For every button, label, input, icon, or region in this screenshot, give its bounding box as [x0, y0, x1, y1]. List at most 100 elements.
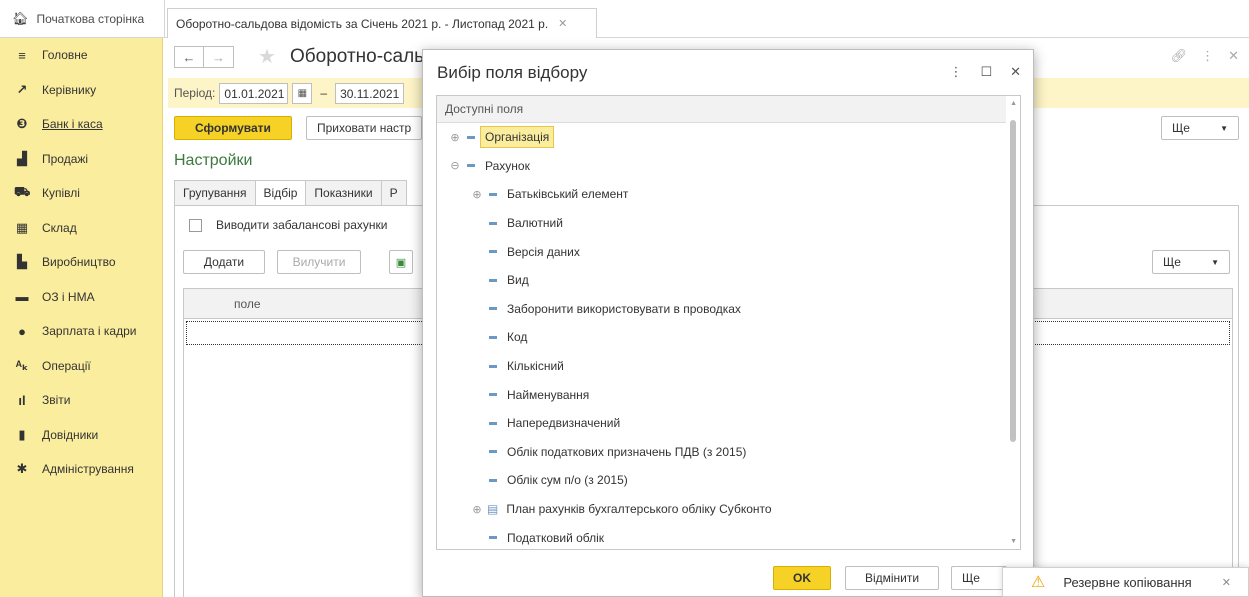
sidebar-item-directories[interactable]: ▮ Довідники — [0, 418, 162, 453]
operations-icon: ᴬₖ — [15, 357, 29, 373]
list-item[interactable]: Код — [437, 323, 1020, 352]
sidebar-item-manager[interactable]: ↗ Керівнику — [0, 73, 162, 108]
back-button[interactable]: ← — [174, 46, 204, 68]
sidebar-item-purchases[interactable]: ⛟ Купівлі — [0, 176, 162, 211]
period-dash: – — [320, 86, 328, 100]
page-title: Оборотно-сальд — [290, 46, 436, 67]
field-icon — [489, 335, 497, 339]
remove-button[interactable]: Вилучити — [277, 250, 361, 274]
maximize-icon[interactable]: ☐ — [980, 64, 992, 80]
dialog-more-button[interactable]: Ще — [951, 566, 1007, 590]
scroll-thumb[interactable] — [1010, 120, 1016, 442]
expand-icon[interactable]: ⊕ — [471, 503, 483, 516]
field-icon — [489, 250, 497, 254]
backup-notification[interactable]: ⚠ Резервне копіювання ✕ — [1002, 567, 1249, 597]
home-tab[interactable]: 🏠︎ Початкова сторінка — [0, 0, 165, 38]
column-field: поле — [234, 296, 261, 311]
list-item[interactable]: Заборонити використовувати в проводках — [437, 295, 1020, 324]
close-notification-icon[interactable]: ✕ — [1222, 576, 1231, 589]
sidebar-item-label: Операції — [42, 358, 91, 373]
scroll-up-icon[interactable]: ▲ — [1010, 100, 1017, 107]
scrollbar[interactable]: ▲ ▼ — [1006, 96, 1020, 549]
field-icon — [489, 393, 497, 397]
sidebar-item-label: Склад — [42, 220, 77, 235]
list-item[interactable]: Облік податкових призначень ПДВ (з 2015) — [437, 438, 1020, 467]
field-icon — [489, 192, 497, 196]
bank-icon: ❸ — [16, 116, 28, 132]
list-item[interactable]: Валютний — [437, 209, 1020, 238]
sidebar-item-warehouse[interactable]: ▦ Склад — [0, 211, 162, 246]
sidebar-item-operations[interactable]: ᴬₖ Операції — [0, 349, 162, 384]
list-item[interactable]: Кількісний — [437, 352, 1020, 381]
list-item[interactable]: ⊕ Організація — [437, 123, 1020, 152]
field-icon — [489, 536, 497, 540]
off-balance-option: Виводити забалансові рахунки — [189, 218, 387, 232]
favorite-star-icon[interactable]: ★ — [258, 44, 276, 69]
field-selection-dialog: Вибір поля відбору ⋮ ☐ ✕ Доступні поля ⊕… — [422, 49, 1034, 597]
hide-settings-button[interactable]: Приховати настр — [306, 116, 422, 140]
sidebar-item-payroll[interactable]: ● Зарплата і кадри — [0, 314, 162, 349]
more-button[interactable]: Ще ▼ — [1161, 116, 1239, 140]
off-balance-checkbox[interactable] — [189, 218, 202, 232]
tab-grouping[interactable]: Групування — [174, 180, 256, 206]
tab-other[interactable]: Р — [380, 180, 407, 206]
add-button[interactable]: Додати — [183, 250, 265, 274]
ok-button[interactable]: OK — [773, 566, 831, 590]
tab-indicators[interactable]: Показники — [305, 180, 382, 206]
list-item-label: Найменування — [507, 387, 590, 402]
link-icon[interactable]: 🔗︎ — [1171, 48, 1188, 64]
list-item[interactable]: Версія даних — [437, 237, 1020, 266]
expand-icon[interactable]: ⊕ — [449, 131, 461, 144]
gear-icon: ✱ — [16, 461, 28, 477]
list-item[interactable]: Напередвизначений — [437, 409, 1020, 438]
calendar-icon[interactable]: ▦ — [292, 82, 313, 104]
sidebar-item-label: Керівнику — [42, 82, 97, 97]
field-icon — [489, 221, 497, 225]
forward-button[interactable]: → — [204, 46, 234, 68]
tab-filter[interactable]: Відбір — [254, 180, 307, 206]
list-item-label: Податковий облік — [507, 530, 605, 545]
list-item[interactable]: Вид — [437, 266, 1020, 295]
field-icon — [467, 164, 475, 168]
close-icon[interactable]: ✕ — [1010, 64, 1021, 80]
date-to-field[interactable]: 30.11.2021 — [335, 82, 405, 104]
expand-icon[interactable]: ⊕ — [471, 188, 483, 201]
trend-icon: ↗ — [16, 81, 28, 97]
list-item-label: Вид — [507, 273, 529, 288]
check-all-icon[interactable]: ▣ — [389, 250, 413, 274]
more-actions-icon[interactable]: ⋮ — [949, 64, 962, 80]
list-item[interactable]: Податковий облік — [437, 523, 1020, 549]
list-item[interactable]: Найменування — [437, 380, 1020, 409]
list-item[interactable]: Облік сум п/о (з 2015) — [437, 466, 1020, 495]
sidebar-item-fixed-assets[interactable]: ▬ ОЗ і НМА — [0, 280, 162, 315]
settings-tabs: Групування Відбір Показники Р — [174, 180, 407, 206]
list-item-label: Кількісний — [507, 359, 564, 374]
chevron-down-icon: ▼ — [1211, 257, 1219, 267]
date-from-field[interactable]: 01.01.2021 — [219, 82, 289, 104]
cancel-button[interactable]: Відмінити — [845, 566, 939, 590]
filter-more-button[interactable]: Ще ▼ — [1152, 250, 1230, 274]
scroll-down-icon[interactable]: ▼ — [1010, 538, 1017, 545]
sidebar-item-administration[interactable]: ✱ Адміністрування — [0, 452, 162, 487]
sidebar-item-bank[interactable]: ❸ Банк і каса — [0, 107, 162, 142]
notification-text: Резервне копіювання — [1063, 574, 1192, 590]
top-tab-strip: 🏠︎ Початкова сторінка Оборотно-сальдова … — [0, 0, 1249, 38]
sidebar-item-reports[interactable]: ıl Звіти — [0, 383, 162, 418]
collapse-icon[interactable]: ⊖ — [449, 159, 461, 172]
close-tab-icon[interactable]: ✕ — [558, 17, 567, 30]
list-item-label: Рахунок — [485, 158, 530, 173]
list-item[interactable]: ⊕ Батьківський елемент — [437, 180, 1020, 209]
sidebar-item-production[interactable]: ▙ Виробництво — [0, 245, 162, 280]
sidebar-item-main[interactable]: ≡ Головне — [0, 38, 162, 73]
more-actions-icon[interactable]: ⋮ — [1201, 48, 1214, 64]
close-form-icon[interactable]: ✕ — [1228, 48, 1239, 64]
list-item[interactable]: ⊖ Рахунок — [437, 152, 1020, 181]
generate-button[interactable]: Сформувати — [174, 116, 292, 140]
field-icon — [489, 307, 497, 311]
more-button-label: Ще — [1172, 121, 1190, 135]
sidebar-item-sales[interactable]: ▟ Продажі — [0, 142, 162, 177]
sidebar-item-label: Банк і каса — [42, 117, 103, 132]
dialog-title: Вибір поля відбору — [437, 63, 588, 82]
report-tab[interactable]: Оборотно-сальдова відомість за Січень 20… — [167, 8, 597, 38]
list-item[interactable]: ⊕ ▤ План рахунків бухгалтерського обліку… — [437, 495, 1020, 524]
